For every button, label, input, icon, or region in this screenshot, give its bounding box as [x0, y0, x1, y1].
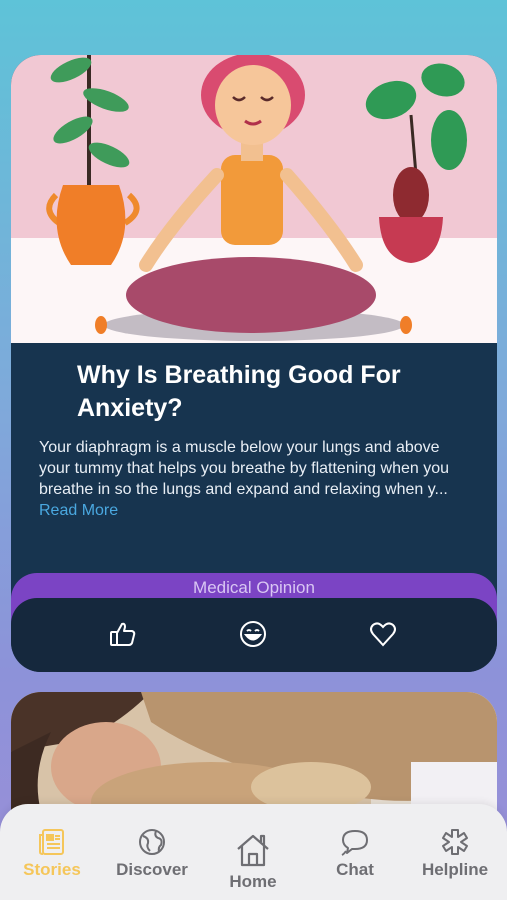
category-label: Medical Opinion [193, 578, 315, 597]
home-icon [233, 830, 273, 870]
article-excerpt: Your diaphragm is a muscle below your lu… [39, 437, 459, 521]
reaction-bar [11, 598, 497, 672]
article-content: Why Is Breathing Good For Anxiety? Your … [11, 343, 497, 573]
excerpt-text: Your diaphragm is a muscle below your lu… [39, 439, 450, 498]
globe-icon [136, 826, 168, 858]
article-title[interactable]: Why Is Breathing Good For Anxiety? [77, 359, 477, 425]
thumbs-up-icon[interactable] [107, 618, 139, 650]
tab-chat[interactable]: Chat [305, 804, 405, 900]
stories-icon [36, 826, 68, 858]
chat-icon [339, 826, 371, 858]
read-more-link[interactable]: Read More [39, 502, 118, 519]
asterisk-icon [439, 826, 471, 858]
smile-icon[interactable] [237, 618, 269, 650]
tab-label: Home [229, 872, 277, 891]
bottom-tab-bar: Stories Discover Home Chat Helpline [0, 804, 507, 900]
tab-discover[interactable]: Discover [102, 804, 202, 900]
article-illustration [11, 55, 497, 343]
tab-label: Helpline [421, 860, 489, 879]
tab-home[interactable]: Home [203, 804, 303, 900]
tab-label: Discover [116, 860, 188, 879]
article-card[interactable]: Why Is Breathing Good For Anxiety? Your … [11, 55, 497, 672]
tab-stories[interactable]: Stories [2, 804, 102, 900]
heart-icon[interactable] [367, 618, 399, 650]
tab-helpline[interactable]: Helpline [405, 804, 505, 900]
tab-label: Stories [23, 860, 81, 879]
tab-label: Chat [336, 860, 374, 879]
